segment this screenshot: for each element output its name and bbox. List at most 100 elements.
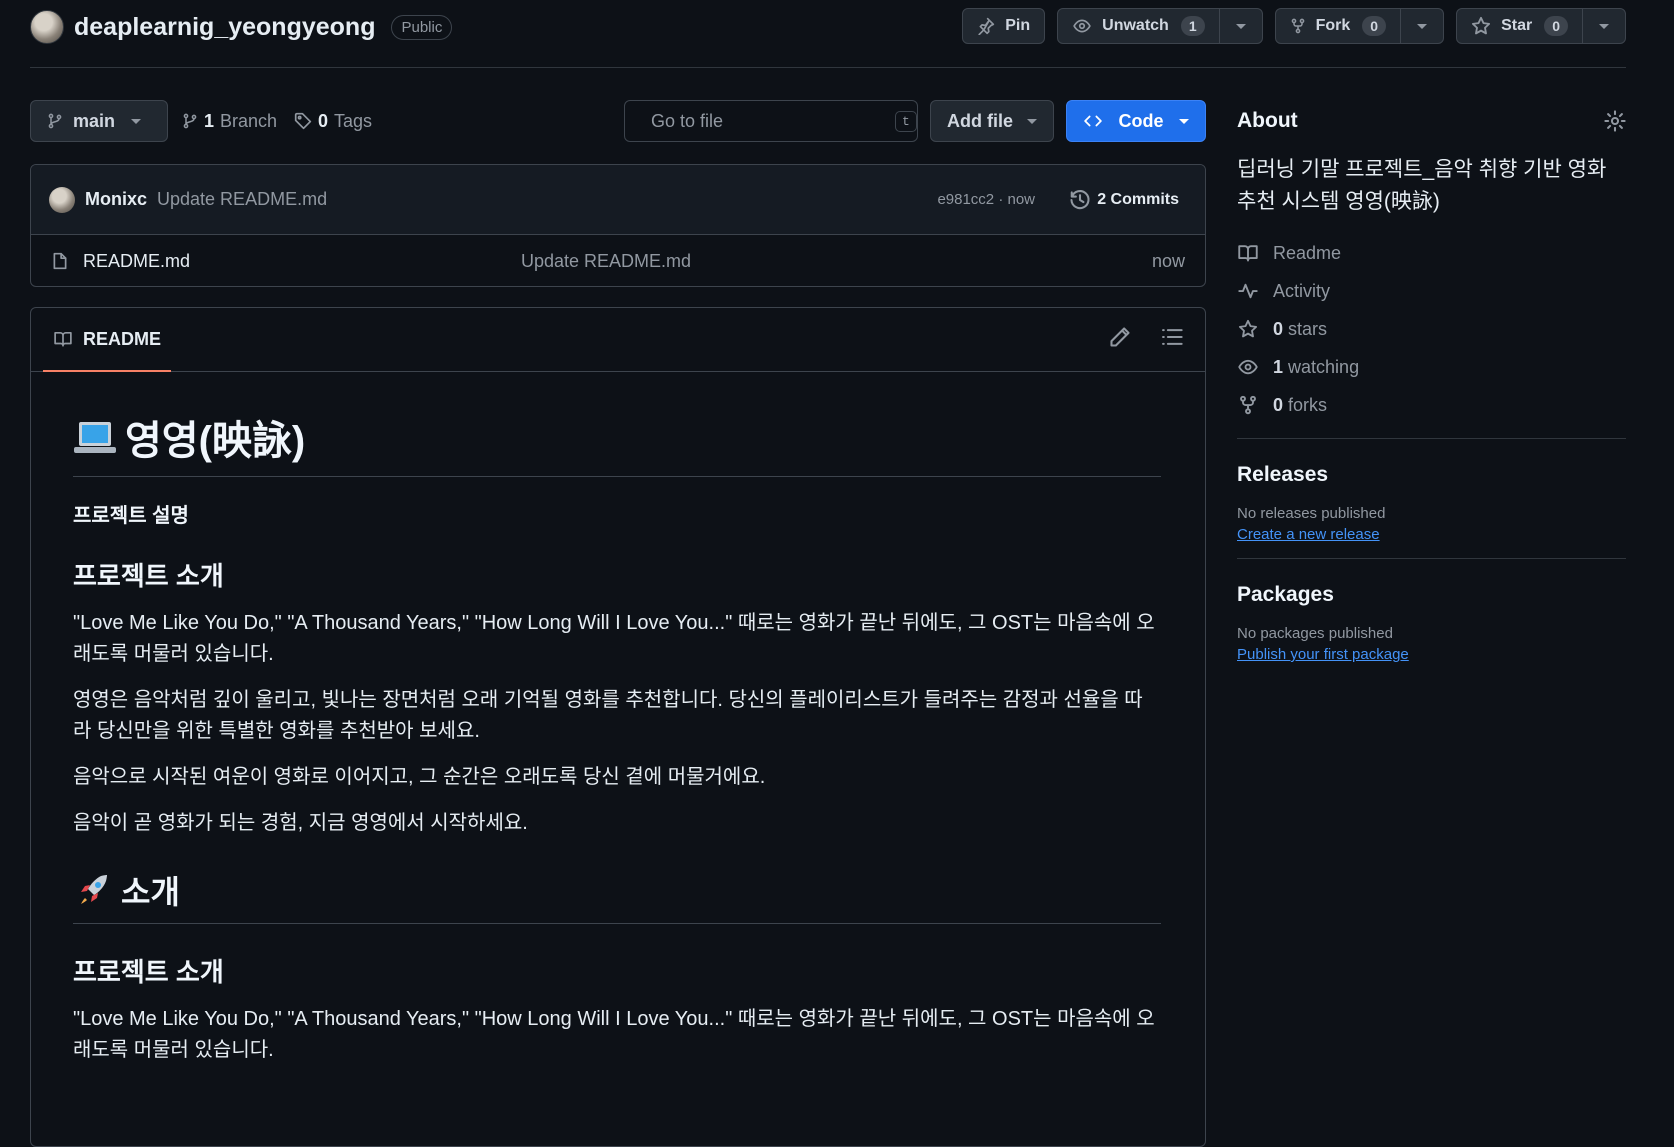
sidebar: About 딥러닝 기말 프로젝트_음악 취향 기반 영화 추천 시스템 영영(… — [1237, 100, 1626, 664]
about-item-label: stars — [1288, 318, 1328, 339]
commit-meta[interactable]: e981cc2 · now — [937, 191, 1035, 208]
packages-section: Packages No packages published Publish y… — [1237, 573, 1626, 664]
readme-title: 영영(映詠) — [73, 408, 1161, 477]
chevron-down-icon — [1027, 118, 1037, 124]
pin-icon — [978, 17, 995, 35]
unwatch-label: Unwatch — [1102, 17, 1169, 34]
packages-title[interactable]: Packages — [1237, 583, 1626, 607]
releases-empty-text: No releases published — [1237, 505, 1386, 522]
about-item-label: watching — [1288, 356, 1360, 377]
branch-row: main 1 Branch 0 Tags t Add file Code — [30, 100, 1206, 142]
divider — [1237, 438, 1626, 439]
commit-author-avatar[interactable] — [49, 186, 75, 213]
header-actions: Pin Unwatch 1 Fork 0 Star 0 — [962, 8, 1626, 44]
readme-paragraph: "Love Me Like You Do," "A Thousand Years… — [73, 1008, 1155, 1061]
outline-list-icon[interactable] — [1161, 326, 1183, 348]
file-commit-message[interactable]: Update README.md — [521, 251, 691, 272]
fork-icon — [1240, 395, 1256, 415]
watch-count: 1 — [1180, 16, 1205, 36]
pin-label: Pin — [1005, 17, 1031, 34]
releases-section: Releases No releases published Create a … — [1237, 453, 1626, 544]
pin-button[interactable]: Pin — [962, 8, 1046, 44]
add-file-label: Add file — [947, 110, 1013, 131]
watching-count: 1 — [1273, 356, 1284, 377]
readme-content: 영영(映詠) 프로젝트 설명 프로젝트 소개 "Love Me Like You… — [73, 408, 1161, 1066]
repo-name[interactable]: deaplearnig_yeongyeong — [74, 13, 375, 42]
history-icon — [1070, 189, 1090, 209]
chevron-down-icon — [131, 118, 142, 124]
readme-title-text: 영영(映詠) — [125, 419, 306, 463]
branches-link[interactable]: 1 Branch — [182, 100, 277, 142]
code-button[interactable]: Code — [1066, 100, 1206, 142]
about-item-activity[interactable]: Activity — [1237, 272, 1626, 310]
tag-count: 0 — [318, 110, 329, 131]
fork-icon — [1291, 18, 1304, 34]
file-time: now — [1151, 250, 1185, 271]
about-list: Readme Activity 0 stars 1 watching 0 for… — [1237, 234, 1626, 424]
about-item-label: forks — [1288, 394, 1328, 415]
publish-package-link[interactable]: Publish your first package — [1237, 646, 1409, 663]
file-row[interactable]: README.md Update README.md now — [31, 235, 1205, 286]
branch-select-button[interactable]: main — [30, 100, 168, 142]
code-label: Code — [1118, 110, 1164, 131]
intro-section-heading: 소개 — [73, 867, 1161, 924]
star-icon — [1238, 319, 1258, 338]
star-button[interactable]: Star 0 — [1456, 8, 1626, 44]
tags-link[interactable]: 0 Tags — [294, 100, 372, 142]
forks-count: 0 — [1273, 394, 1284, 415]
project-intro-heading: 프로젝트 소개 — [73, 561, 224, 591]
pencil-icon[interactable] — [1109, 326, 1131, 348]
visibility-badge: Public — [391, 14, 453, 40]
readme-paragraph: "Love Me Like You Do," "A Thousand Years… — [73, 612, 1155, 665]
book-icon — [54, 331, 72, 347]
repo-description: 딥러닝 기말 프로젝트_음악 취향 기반 영화 추천 시스템 영영(映詠) — [1237, 158, 1607, 213]
owner-avatar[interactable] — [30, 10, 64, 44]
about-title: About — [1237, 109, 1298, 132]
about-item-label: Readme — [1273, 242, 1342, 263]
tag-icon — [294, 112, 312, 130]
tab-readme[interactable]: README — [43, 308, 172, 372]
packages-empty-text: No packages published — [1237, 625, 1393, 642]
unwatch-button[interactable]: Unwatch 1 — [1057, 8, 1263, 44]
commit-message[interactable]: Update README.md — [157, 189, 327, 210]
branch-name: main — [73, 110, 116, 131]
commits-link[interactable]: 2 Commits — [1069, 189, 1179, 211]
readme-paragraph: 음악이 곧 영화가 되는 경험, 지금 영영에서 시작하세요. — [73, 812, 528, 834]
about-item-readme[interactable]: Readme — [1237, 234, 1626, 272]
about-item-watching[interactable]: 1 watching — [1237, 348, 1626, 386]
branch-count-label: Branch — [220, 110, 278, 131]
rocket-icon — [81, 875, 107, 904]
star-count: 0 — [1544, 16, 1568, 36]
fork-label: Fork — [1315, 17, 1351, 34]
repo-title: deaplearnig_yeongyeong Public — [30, 10, 453, 44]
fork-count: 0 — [1362, 16, 1387, 36]
chevron-down-icon — [1179, 118, 1189, 124]
go-to-file-input[interactable] — [651, 110, 883, 132]
about-item-stars[interactable]: 0 stars — [1237, 310, 1626, 348]
repo-header: deaplearnig_yeongyeong Public Pin Unwatc… — [30, 8, 1626, 68]
fork-button[interactable]: Fork 0 — [1274, 8, 1445, 44]
create-release-link[interactable]: Create a new release — [1237, 526, 1380, 543]
releases-title[interactable]: Releases — [1237, 463, 1626, 487]
branch-icon — [183, 113, 197, 129]
readme-paragraph: 영영은 음악처럼 깊이 울리고, 빛나는 장면처럼 오래 기억될 영화를 추천합… — [73, 689, 1143, 742]
star-label: Star — [1501, 17, 1533, 34]
readme-tab-label: README — [83, 328, 162, 349]
pulse-icon — [1238, 283, 1258, 299]
fork-dropdown[interactable] — [1400, 9, 1443, 43]
commit-author[interactable]: Monixc — [85, 189, 147, 210]
eye-icon — [1238, 359, 1258, 375]
add-file-button[interactable]: Add file — [930, 100, 1054, 142]
readme-panel: README 영영(映詠) 프로젝트 설명 프로젝트 소개 "Love Me L… — [30, 307, 1206, 1147]
branch-icon — [48, 113, 62, 129]
branch-count: 1 — [204, 110, 215, 131]
code-icon — [1084, 115, 1102, 127]
commits-count: 2 Commits — [1097, 190, 1179, 208]
file-name[interactable]: README.md — [83, 251, 190, 272]
go-to-file-field[interactable]: t — [624, 100, 918, 142]
file-icon — [53, 252, 67, 270]
about-item-forks[interactable]: 0 forks — [1237, 386, 1626, 424]
watch-dropdown[interactable] — [1218, 9, 1262, 43]
star-dropdown[interactable] — [1582, 9, 1625, 43]
gear-icon[interactable] — [1604, 110, 1626, 132]
